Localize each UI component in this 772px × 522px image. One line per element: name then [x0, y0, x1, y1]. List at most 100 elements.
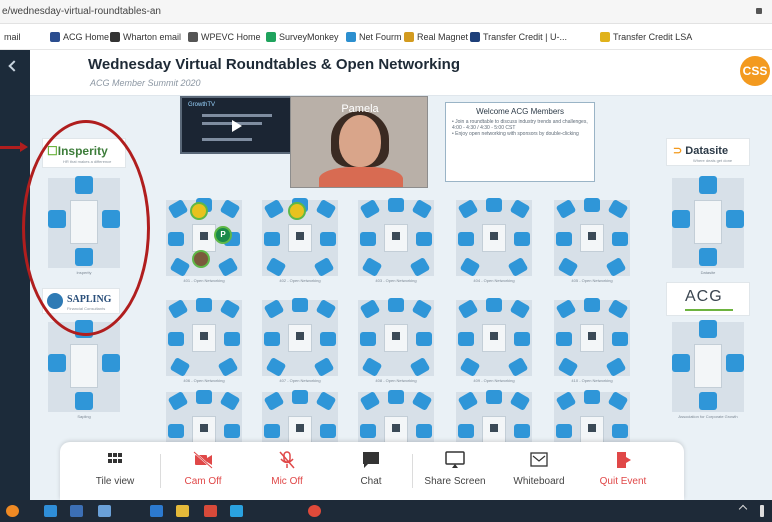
url-text: e/wednesday-virtual-roundtables-an	[2, 6, 161, 17]
cam-off-label: Cam Off	[184, 476, 222, 487]
camera-off-icon	[192, 450, 214, 470]
quit-event-label: Quit Event	[599, 476, 647, 487]
welcome-heading: Welcome ACG Members	[476, 107, 564, 116]
bookmark-label: Real Magnet	[417, 32, 469, 42]
share-screen-button[interactable]: Share Screen	[416, 450, 494, 494]
acg-logo[interactable]: ACG	[666, 282, 750, 316]
monitor-icon	[444, 450, 466, 470]
bookmark-icon	[600, 32, 610, 42]
table-icon	[588, 332, 596, 340]
roundtable-room[interactable]: 408 - Open Networking	[350, 294, 442, 386]
roundtable-room[interactable]: 407 - Open Networking	[254, 294, 346, 386]
share-screen-label: Share Screen	[424, 476, 486, 487]
battery-icon[interactable]	[760, 505, 764, 517]
annotation-circle	[22, 120, 150, 336]
play-icon[interactable]	[232, 120, 242, 132]
roundtable-room[interactable]: 410 - Open Networking	[546, 294, 638, 386]
participant-avatar[interactable]	[190, 202, 208, 220]
roundtable-room[interactable]: 403 - Open Networking	[350, 194, 442, 286]
room-label: 405 - Open Networking	[571, 278, 613, 283]
roundtable-room[interactable]: 404 - Open Networking	[448, 194, 540, 286]
shared-video-thumbnail[interactable]: GrowthTV	[180, 96, 295, 154]
address-bar[interactable]: e/wednesday-virtual-roundtables-an	[0, 0, 772, 24]
zoom-icon[interactable]	[230, 505, 243, 517]
pdf-icon[interactable]	[204, 505, 217, 517]
extension-icon[interactable]	[756, 8, 762, 14]
mail-icon[interactable]	[44, 505, 57, 517]
bookmark-item[interactable]: SurveyMonkey	[266, 32, 339, 42]
bookmark-item[interactable]: WPEVC Home	[188, 32, 261, 42]
tile-view-button[interactable]: Tile view	[76, 450, 154, 494]
table-icon	[200, 424, 208, 432]
bookmark-label: Wharton email	[123, 32, 182, 42]
room-label: 407 - Open Networking	[279, 378, 321, 383]
css-badge[interactable]: CSS	[740, 56, 770, 86]
bookmark-label: mail	[4, 32, 21, 42]
datasite-tagline: Where deals get done	[693, 158, 733, 163]
presenter-camera[interactable]: Pamela	[290, 96, 428, 188]
chat-button[interactable]: Chat	[332, 450, 410, 494]
roundtable-room[interactable]: 406 - Open Networking	[158, 294, 250, 386]
participant-avatar[interactable]	[192, 250, 210, 268]
bookmark-label: ACG Home	[63, 32, 110, 42]
bookmark-icon	[470, 32, 480, 42]
datasite-logo[interactable]: ⊃ Datasite Where deals get done	[666, 138, 750, 166]
folder-icon[interactable]	[150, 505, 163, 517]
table-icon	[296, 332, 304, 340]
chevron-left-icon[interactable]	[8, 60, 20, 72]
datasite-name: Datasite	[685, 145, 729, 157]
video-logo: GrowthTV	[188, 102, 216, 108]
participant-avatar[interactable]	[288, 202, 306, 220]
side-panel-strip[interactable]	[0, 50, 30, 500]
bookmark-label: WPEVC Home	[201, 32, 261, 42]
page-title: Wednesday Virtual Roundtables & Open Net…	[88, 56, 461, 73]
sponsor-room-datasite[interactable]: Datasite	[668, 174, 748, 284]
chrome-icon[interactable]	[308, 505, 321, 517]
table-icon	[588, 424, 596, 432]
whiteboard-button[interactable]: Whiteboard	[500, 450, 578, 494]
bookmark-icon	[50, 32, 60, 42]
bookmark-item[interactable]: Real Magnet	[404, 32, 468, 42]
participant-avatar-p[interactable]: P	[214, 226, 232, 244]
quit-event-button[interactable]: Quit Event	[584, 450, 662, 494]
bookmark-item[interactable]: mail	[4, 32, 21, 42]
roundtable-room[interactable]: 409 - Open Networking	[448, 294, 540, 386]
whiteboard-label: Whiteboard	[513, 476, 565, 487]
page-subtitle: ACG Member Summit 2020	[90, 78, 201, 88]
exit-door-icon	[612, 450, 634, 470]
bookmark-item[interactable]: Transfer Credit | U-...	[470, 32, 567, 42]
table-icon	[392, 424, 400, 432]
roundtable-room[interactable]: 405 - Open Networking	[546, 194, 638, 286]
mic-off-button[interactable]: Mic Off	[248, 450, 326, 494]
app-icon[interactable]	[6, 505, 19, 517]
presenter-name: Pamela	[341, 103, 379, 115]
meeting-toolbar: Tile view Cam Off Mic Off Chat Share Scr…	[60, 442, 684, 500]
chat-label: Chat	[360, 476, 382, 487]
sponsor-room-acg[interactable]: Association for Corporate Growth	[668, 318, 748, 428]
whiteboard-icon	[528, 450, 550, 470]
files-icon[interactable]	[176, 505, 189, 517]
event-header: Wednesday Virtual Roundtables & Open Net…	[30, 50, 772, 96]
table-icon	[296, 424, 304, 432]
bookmark-item[interactable]: Transfer Credit LSA	[600, 32, 692, 42]
bookmark-item[interactable]: ACG Home	[50, 32, 109, 42]
paint-icon[interactable]	[98, 505, 111, 517]
table-icon	[490, 424, 498, 432]
grid-icon	[104, 450, 126, 470]
welcome-board: Welcome ACG Members • Join a roundtable …	[445, 102, 595, 182]
acg-name: ACG	[685, 288, 723, 305]
mic-off-label: Mic Off	[271, 476, 303, 487]
presenter-face	[339, 115, 381, 167]
calendar-icon[interactable]	[70, 505, 83, 517]
cam-off-button[interactable]: Cam Off	[164, 450, 242, 494]
bookmarks-bar: mail ACG Home Wharton email WPEVC Home Surve…	[0, 24, 772, 50]
event-stage: Wednesday Virtual Roundtables & Open Net…	[0, 50, 772, 500]
bookmark-item[interactable]: Net Fourm	[346, 32, 402, 42]
table-icon	[200, 332, 208, 340]
table-icon	[392, 232, 400, 240]
bookmark-item[interactable]: Wharton email	[110, 32, 181, 42]
chevron-up-icon[interactable]	[738, 504, 748, 514]
welcome-line: • Join a roundtable to discuss industry …	[452, 119, 588, 131]
welcome-line: • Enjoy open networking with sponsors by…	[452, 131, 579, 137]
bookmark-icon	[404, 32, 414, 42]
